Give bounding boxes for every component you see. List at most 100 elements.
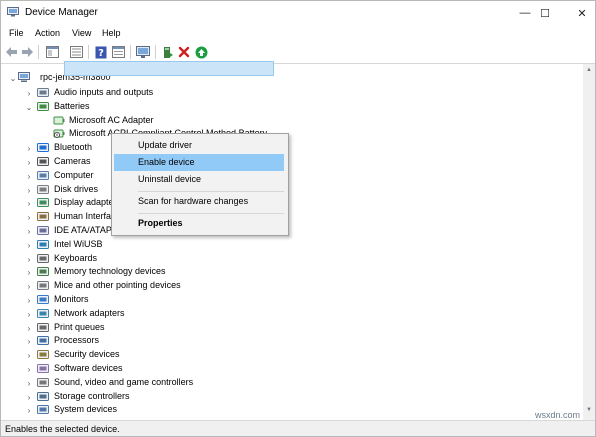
chevron-right-icon[interactable]: › [25, 186, 33, 195]
hidden-devices-icon[interactable] [69, 45, 83, 59]
device-tree[interactable]: ⌄ rpc-jem35-m3800 › Audio inputs and outp… [1, 64, 583, 420]
scroll-down-icon[interactable]: ▼ [583, 404, 595, 416]
chevron-right-icon[interactable]: › [25, 213, 33, 222]
category-label[interactable]: Monitors [54, 294, 89, 304]
uninstall-icon[interactable] [177, 45, 191, 59]
menu-item-label: Uninstall device [138, 174, 202, 184]
chevron-right-icon[interactable]: › [25, 241, 33, 250]
show-icon[interactable] [111, 45, 125, 59]
maximize-button[interactable]: ☐ [525, 1, 565, 25]
category-label[interactable]: Computer [54, 170, 94, 180]
device-manager-icon [7, 7, 19, 17]
chevron-down-icon[interactable]: ⌄ [9, 74, 17, 83]
device-label[interactable]: Microsoft AC Adapter [69, 115, 154, 125]
menu-help[interactable]: Help [102, 28, 121, 38]
camera-icon [37, 157, 49, 166]
category-label[interactable]: Bluetooth [54, 142, 92, 152]
processor-icon [37, 336, 49, 345]
chevron-right-icon[interactable]: › [25, 365, 33, 374]
ac-adapter-icon [53, 116, 65, 125]
chevron-right-icon[interactable]: › [25, 379, 33, 388]
chevron-right-icon[interactable]: › [25, 89, 33, 98]
category-label[interactable]: Software devices [54, 363, 123, 373]
menu-enable-device[interactable]: Enable device [114, 154, 284, 171]
chevron-right-icon[interactable]: › [25, 282, 33, 291]
menu-item-label: Scan for hardware changes [138, 196, 249, 206]
scroll-up-icon[interactable]: ▲ [583, 64, 595, 76]
category-label[interactable]: Keyboards [54, 253, 97, 263]
chevron-right-icon[interactable]: › [25, 324, 33, 333]
category-label[interactable]: Sound, video and game controllers [54, 377, 193, 387]
title-bar: Device Manager — ☐ ✕ [1, 1, 595, 25]
menu-item-label: Enable device [138, 157, 195, 167]
category-label[interactable]: Batteries [54, 101, 90, 111]
chevron-right-icon[interactable]: › [25, 406, 33, 415]
window-title: Device Manager [25, 7, 98, 18]
category-label[interactable]: Mice and other pointing devices [54, 280, 181, 290]
chevron-right-icon[interactable]: › [25, 172, 33, 181]
chevron-down-icon[interactable]: ⌄ [25, 103, 33, 112]
software-icon [37, 364, 49, 373]
back-icon[interactable] [4, 45, 18, 59]
chevron-right-icon[interactable]: › [25, 255, 33, 264]
menu-view[interactable]: View [72, 28, 91, 38]
category-label[interactable]: Memory technology devices [54, 266, 166, 276]
category-label[interactable]: System devices [54, 404, 117, 414]
chevron-right-icon[interactable]: › [25, 351, 33, 360]
chevron-right-icon[interactable]: › [25, 268, 33, 277]
update-driver-icon[interactable] [161, 45, 175, 59]
chevron-right-icon[interactable]: › [25, 199, 33, 208]
toolbar-separator [130, 45, 131, 59]
toolbar-separator [155, 45, 156, 59]
category-label[interactable]: Human Interfa [54, 211, 111, 221]
category-label[interactable]: Cameras [54, 156, 91, 166]
chevron-right-icon[interactable]: › [25, 337, 33, 346]
monitor-scan-icon[interactable] [136, 45, 150, 59]
status-text: Enables the selected device. [5, 424, 120, 434]
chevron-right-icon[interactable]: › [25, 227, 33, 236]
sound-icon [37, 378, 49, 387]
close-button[interactable]: ✕ [562, 1, 595, 25]
toolbar-separator [38, 45, 39, 59]
computer-icon [37, 171, 49, 180]
category-label[interactable]: Disk drives [54, 184, 98, 194]
chevron-right-icon[interactable]: › [25, 144, 33, 153]
display-adapter-icon [37, 198, 49, 207]
menu-scan-hardware[interactable]: Scan for hardware changes [112, 193, 288, 210]
menu-file[interactable]: File [9, 28, 24, 38]
chevron-right-icon[interactable]: › [25, 393, 33, 402]
menu-separator [138, 191, 284, 192]
menu-update-driver[interactable]: Update driver [112, 137, 288, 154]
category-label[interactable]: Audio inputs and outputs [54, 87, 153, 97]
properties-view-icon[interactable] [45, 45, 59, 59]
status-bar: Enables the selected device. [1, 420, 595, 436]
category-label[interactable]: Storage controllers [54, 391, 130, 401]
svg-text:?: ? [98, 48, 104, 59]
menu-uninstall-device[interactable]: Uninstall device [112, 171, 288, 188]
menu-bar: File Action View Help [1, 25, 595, 41]
category-label[interactable]: Security devices [54, 349, 120, 359]
bluetooth-icon [37, 143, 49, 152]
vertical-scrollbar[interactable]: ▲ ▼ [583, 64, 595, 420]
chevron-right-icon[interactable]: › [25, 296, 33, 305]
category-label[interactable]: Intel WiUSB [54, 239, 103, 249]
enable-icon[interactable] [194, 45, 208, 59]
category-label[interactable]: Processors [54, 335, 99, 345]
category-label[interactable]: Display adapte [54, 197, 114, 207]
menu-properties[interactable]: Properties [112, 215, 288, 232]
battery-disabled-icon [53, 129, 65, 138]
help-icon[interactable]: ? [94, 45, 108, 59]
toolbar-separator [88, 45, 89, 59]
memory-icon [37, 267, 49, 276]
menu-item-label: Update driver [138, 140, 193, 150]
selected-row-highlight [64, 61, 274, 76]
chevron-right-icon[interactable]: › [25, 158, 33, 167]
chevron-right-icon[interactable]: › [25, 310, 33, 319]
watermark-text: wsxdn.com [535, 410, 581, 420]
category-label[interactable]: Network adapters [54, 308, 125, 318]
category-label[interactable]: Print queues [54, 322, 105, 332]
menu-action[interactable]: Action [35, 28, 60, 38]
forward-icon[interactable] [20, 45, 34, 59]
storage-icon [37, 392, 49, 401]
network-icon [37, 309, 49, 318]
